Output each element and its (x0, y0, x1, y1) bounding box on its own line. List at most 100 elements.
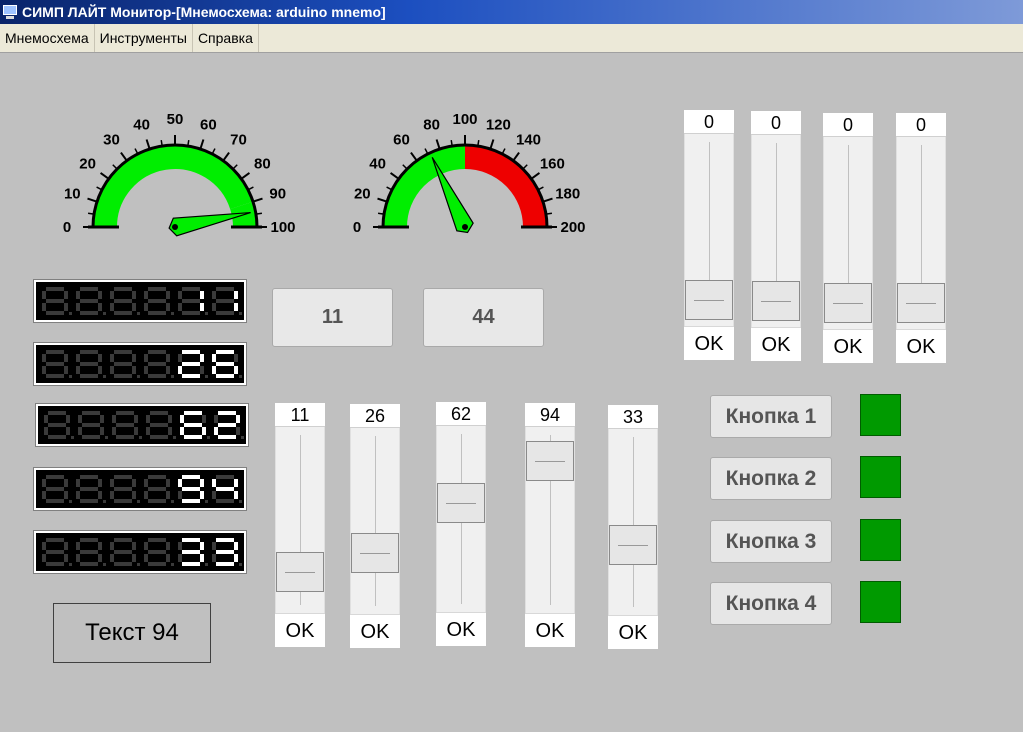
display-digit (178, 538, 208, 566)
gauge-scale-label: 120 (486, 116, 511, 133)
slider-value: 33 (608, 405, 658, 429)
slider-ok-button[interactable]: OK (608, 615, 658, 649)
top-slider-1: 0 OK (684, 110, 734, 360)
top-slider-4: 0 OK (896, 113, 946, 363)
gauge-scale-label: 160 (540, 156, 565, 173)
slider-track[interactable] (823, 137, 873, 329)
display-digit (110, 350, 140, 378)
slider-track[interactable] (525, 427, 575, 613)
button-4[interactable]: Кнопка 4 (710, 582, 832, 625)
gauge-scale-label: 20 (79, 156, 96, 173)
indicator-led-1 (860, 394, 901, 436)
gauge-scale-label: 50 (167, 111, 184, 128)
button-3[interactable]: Кнопка 3 (710, 520, 832, 563)
gauge-scale-label: 140 (516, 132, 541, 149)
text-label: Текст 94 (53, 603, 211, 663)
menu-tools[interactable]: Инструменты (95, 24, 193, 52)
display-digit (212, 287, 242, 315)
display-digit (78, 411, 108, 439)
display-digit (110, 475, 140, 503)
value-button-2[interactable]: 44 (423, 288, 544, 347)
indicator-led-4 (860, 581, 901, 623)
display-digit (146, 411, 176, 439)
gauge-scale-label: 60 (200, 116, 217, 133)
slider-thumb[interactable] (752, 281, 800, 321)
bottom-slider-4: 94 OK (525, 403, 575, 647)
digital-display-1 (33, 279, 247, 323)
slider-value: 11 (275, 403, 325, 427)
slider-track[interactable] (896, 137, 946, 329)
bottom-slider-5: 33 OK (608, 405, 658, 649)
display-digit (110, 287, 140, 315)
display-digit (212, 538, 242, 566)
slider-value: 0 (751, 111, 801, 135)
bottom-slider-1: 11 OK (275, 403, 325, 647)
digital-display-4 (33, 467, 247, 511)
digital-display-3 (35, 403, 249, 447)
slider-ok-button[interactable]: OK (436, 612, 486, 646)
slider-ok-button[interactable]: OK (275, 613, 325, 647)
indicator-led-3 (860, 519, 901, 561)
slider-track[interactable] (436, 426, 486, 612)
slider-thumb[interactable] (276, 552, 324, 593)
slider-ok-button[interactable]: OK (525, 613, 575, 647)
slider-thumb[interactable] (897, 283, 945, 323)
button-1[interactable]: Кнопка 1 (710, 395, 832, 438)
value-button-1[interactable]: 11 (272, 288, 393, 347)
slider-value: 0 (896, 113, 946, 137)
slider-ok-button[interactable]: OK (823, 329, 873, 363)
display-digit (76, 475, 106, 503)
gauge-scale-label: 200 (560, 219, 585, 236)
gauge-pivot (172, 224, 178, 230)
slider-ok-button[interactable]: OK (350, 614, 400, 648)
slider-ok-button[interactable]: OK (684, 326, 734, 360)
display-digit (144, 287, 174, 315)
slider-track[interactable] (275, 427, 325, 613)
button-2[interactable]: Кнопка 2 (710, 457, 832, 500)
display-digit (178, 287, 208, 315)
slider-thumb[interactable] (437, 482, 485, 523)
gauge-scale-label: 180 (555, 186, 580, 203)
title-bar: СИМП ЛАЙТ Монитор-[Мнемосхема: arduino m… (0, 0, 1023, 24)
bottom-slider-3: 62 OK (436, 402, 486, 646)
menu-mnemo[interactable]: Мнемосхема (0, 24, 95, 52)
display-digit (144, 350, 174, 378)
top-slider-3: 0 OK (823, 113, 873, 363)
slider-value: 26 (350, 404, 400, 428)
slider-thumb[interactable] (685, 280, 733, 320)
monitor-icon (2, 4, 18, 20)
display-digit (112, 411, 142, 439)
display-digit (110, 538, 140, 566)
gauge-pivot (462, 224, 468, 230)
top-slider-2: 0 OK (751, 111, 801, 361)
gauge-2-dial: 0 20 40 60 80 100 120 140 160 180 200 (353, 111, 586, 236)
slider-ok-button[interactable]: OK (896, 329, 946, 363)
display-digit (178, 350, 208, 378)
gauge-scale-label: 10 (64, 186, 81, 203)
gauge-2: 0 20 40 60 80 100 120 140 160 180 200 (330, 100, 600, 250)
menu-bar: Мнемосхема Инструменты Справка (0, 24, 1023, 53)
gauge-scale-label: 90 (269, 186, 286, 203)
slider-track[interactable] (608, 429, 658, 615)
indicator-led-2 (860, 456, 901, 498)
menu-help[interactable]: Справка (193, 24, 259, 52)
display-digit (42, 287, 72, 315)
display-digit (44, 411, 74, 439)
slider-thumb[interactable] (526, 441, 574, 482)
slider-track[interactable] (350, 428, 400, 614)
slider-thumb[interactable] (351, 533, 399, 574)
display-digit (42, 538, 72, 566)
display-digit (214, 411, 244, 439)
display-digit (178, 475, 208, 503)
gauge-scale-label: 60 (393, 132, 410, 149)
slider-track[interactable] (684, 134, 734, 326)
display-digit (144, 538, 174, 566)
digital-display-5 (33, 530, 247, 574)
slider-track[interactable] (751, 135, 801, 327)
slider-thumb[interactable] (609, 524, 657, 565)
slider-ok-button[interactable]: OK (751, 327, 801, 361)
gauge-scale-label: 0 (353, 219, 361, 236)
display-digit (144, 475, 174, 503)
gauge-1-dial: 0 10 20 30 40 50 60 70 80 90 100 (63, 111, 296, 237)
slider-thumb[interactable] (824, 283, 872, 323)
